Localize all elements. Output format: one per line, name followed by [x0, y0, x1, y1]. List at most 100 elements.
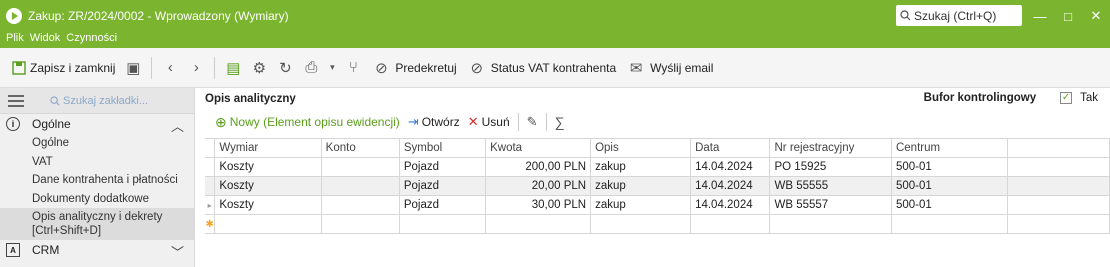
bufor-label: Bufor kontrolingowy [923, 92, 1037, 104]
refresh-icon[interactable]: ↻ [275, 59, 295, 77]
col-data[interactable]: Data [690, 138, 771, 158]
section-ogolne-label: Ogólne [32, 117, 71, 131]
window-title: Zakup: ZR/2024/0002 - Wprowadzony (Wymia… [28, 9, 289, 23]
cell-opis[interactable]: zakup [590, 157, 692, 177]
delete-button[interactable]: ✕ Usuń [468, 114, 510, 130]
bufor-kontrolingowy: Bufor kontrolingowy ✓ Tak [924, 92, 1098, 104]
filter-icon[interactable]: ⑂ [343, 59, 363, 76]
predekretuj-button[interactable]: ⊘ Predekretuj [369, 57, 458, 79]
col-konto[interactable]: Konto [320, 138, 400, 158]
open-button[interactable]: ⇥ Otwórz [408, 114, 460, 130]
cell-symbol[interactable]: Pojazd [398, 176, 487, 196]
prev-icon[interactable]: ‹ [160, 59, 180, 76]
cell-konto[interactable] [320, 176, 400, 196]
col-opis[interactable]: Opis [590, 138, 692, 158]
cell-nr-rejestracyjny[interactable]: PO 15925 [769, 157, 892, 177]
new-document-icon: ⊕ [215, 113, 227, 130]
save-close-label: Zapisz i zamknij [30, 60, 116, 75]
section-ogolne[interactable]: i Ogólne ︿ [0, 114, 194, 134]
document-icon[interactable]: ▤ [223, 59, 243, 77]
section-crm[interactable]: A CRM ﹀ [0, 240, 194, 260]
cell-konto[interactable] [320, 157, 400, 177]
sidebar-item-dane-kontrahenta[interactable]: Dane kontrahenta i płatności [0, 171, 194, 190]
content-panel: Opis analityczny Bufor kontrolingowy ✓ T… [195, 88, 1110, 267]
sidebar-item-vat[interactable]: VAT [0, 153, 194, 172]
print-icon[interactable]: ⎙ [301, 59, 321, 76]
sidebar: Szukaj zakładki... i Ogólne ︿ Ogólne VAT… [0, 88, 195, 267]
new-row[interactable]: ✱ [205, 214, 1110, 234]
cell-konto[interactable] [320, 195, 400, 215]
cell-symbol[interactable]: Pojazd [398, 195, 487, 215]
status-vat-icon: ⊘ [470, 59, 484, 77]
table-row[interactable]: Koszty Pojazd 200,00 PLN zakup 14.04.202… [205, 157, 1110, 177]
email-icon: ✉ [629, 59, 643, 77]
cell-data[interactable]: 14.04.2024 [690, 195, 771, 215]
menu-czynnosci[interactable]: Czynności [66, 32, 117, 44]
grid-toolbar: ⊕ Nowy (Element opisu ewidencji) ⇥ Otwór… [195, 110, 1110, 134]
maximize-button[interactable]: □ [1054, 0, 1082, 32]
col-kwota[interactable]: Kwota [485, 138, 592, 158]
save-new-icon[interactable]: ▣ [123, 59, 143, 77]
col-nr-rejestracyjny[interactable]: Nr rejestracyjny [769, 138, 892, 158]
cell-wymiar[interactable]: Koszty [214, 195, 322, 215]
chevron-up-icon[interactable]: ︿ [171, 116, 184, 135]
table-row[interactable]: ▸ Koszty Pojazd 30,00 PLN zakup 14.04.20… [205, 195, 1110, 215]
col-wymiar[interactable]: Wymiar [214, 138, 322, 158]
toolbar: Zapisz i zamknij ▣ ‹ › ▤ ⚙ ↻ ⎙ ▾ ⑂ ⊘ Pre… [0, 48, 1110, 88]
send-email-button[interactable]: ✉ Wyślij email [624, 57, 715, 79]
delete-label: Usuń [481, 115, 510, 129]
status-vat-button[interactable]: ⊘ Status VAT kontrahenta [465, 57, 618, 79]
cell-kwota[interactable]: 200,00 PLN [485, 157, 592, 177]
sidebar-item-ogolne[interactable]: Ogólne [0, 134, 194, 153]
sidebar-item-dokumenty[interactable]: Dokumenty dodatkowe [0, 190, 194, 209]
minimize-button[interactable]: — [1026, 0, 1054, 32]
sum-icon[interactable]: ∑ [555, 114, 565, 130]
analytics-table: Wymiar Konto Symbol Kwota Opis Data Nr r… [205, 138, 1110, 234]
global-search-input[interactable]: Szukaj (Ctrl+Q) [896, 5, 1022, 26]
sidebar-search-placeholder: Szukaj zakładki... [63, 94, 148, 107]
cell-nr-rejestracyjny[interactable]: WB 55557 [769, 195, 892, 215]
col-symbol[interactable]: Symbol [398, 138, 487, 158]
table-header: Wymiar Konto Symbol Kwota Opis Data Nr r… [205, 138, 1110, 158]
cell-opis[interactable]: zakup [590, 176, 692, 196]
sidebar-search[interactable]: Szukaj zakładki... [0, 88, 194, 114]
sidebar-item-opis-shortcut: [Ctrl+Shift+D] [32, 225, 102, 237]
close-button[interactable]: ✕ [1082, 0, 1110, 32]
cell-centrum[interactable]: 500-01 [890, 195, 1009, 215]
cell-centrum[interactable]: 500-01 [890, 157, 1009, 177]
col-centrum[interactable]: Centrum [890, 138, 1009, 158]
save-close-button[interactable]: Zapisz i zamknij [10, 59, 117, 77]
menu-icon[interactable] [8, 94, 24, 107]
cell-kwota[interactable]: 20,00 PLN [485, 176, 592, 196]
cell-data[interactable]: 14.04.2024 [690, 176, 771, 196]
send-email-label: Wyślij email [650, 60, 714, 75]
cell-data[interactable]: 14.04.2024 [690, 157, 771, 177]
settings-icon[interactable]: ⚙ [249, 59, 269, 77]
next-icon[interactable]: › [186, 59, 206, 76]
section-crm-label: CRM [32, 243, 60, 257]
bufor-checkbox[interactable]: ✓ [1060, 92, 1073, 104]
sidebar-item-opis-analityczny[interactable]: Opis analityczny i dekrety [Ctrl+Shift+D… [0, 208, 194, 240]
cell-symbol[interactable]: Pojazd [398, 157, 487, 177]
cell-kwota[interactable]: 30,00 PLN [485, 195, 592, 215]
cell-opis[interactable]: zakup [590, 195, 692, 215]
menu-widok[interactable]: Widok [30, 32, 61, 44]
edit-icon[interactable]: ✎ [527, 114, 538, 130]
open-label: Otwórz [421, 115, 460, 129]
open-icon: ⇥ [407, 114, 419, 129]
table-row[interactable]: Koszty Pojazd 20,00 PLN zakup 14.04.2024… [205, 176, 1110, 196]
search-icon [50, 95, 60, 105]
delete-icon: ✕ [467, 114, 479, 129]
cell-wymiar[interactable]: Koszty [214, 157, 322, 177]
cell-centrum[interactable]: 500-01 [890, 176, 1009, 196]
info-icon: i [6, 117, 20, 131]
title-bar: Zakup: ZR/2024/0002 - Wprowadzony (Wymia… [0, 0, 1110, 32]
predekretuj-icon: ⊘ [375, 59, 388, 77]
cell-nr-rejestracyjny[interactable]: WB 55555 [769, 176, 892, 196]
menu-plik[interactable]: Plik [6, 32, 24, 44]
dropdown-arrow-icon[interactable]: ▾ [327, 62, 337, 73]
chevron-down-icon[interactable]: ﹀ [171, 242, 184, 261]
new-element-button[interactable]: ⊕ Nowy (Element opisu ewidencji) [215, 114, 400, 131]
cell-wymiar[interactable]: Koszty [214, 176, 322, 196]
predekretuj-label: Predekretuj [395, 60, 457, 75]
